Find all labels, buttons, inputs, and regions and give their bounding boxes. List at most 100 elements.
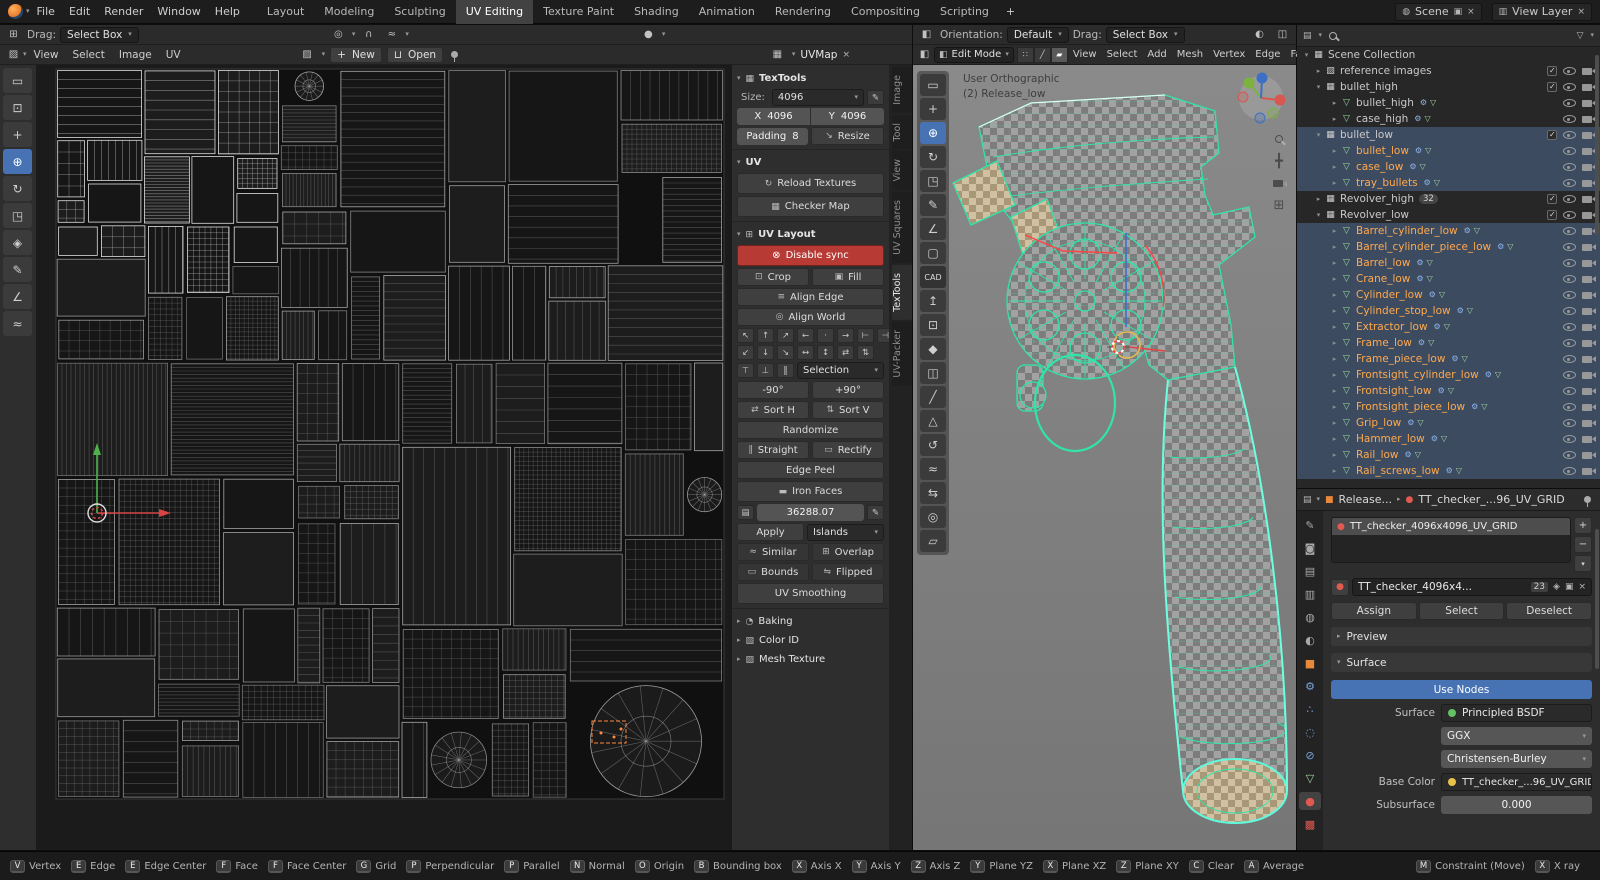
- exclude-checkbox[interactable]: [1547, 82, 1557, 92]
- randomize-button[interactable]: Randomize: [737, 421, 884, 439]
- reload-textures-button[interactable]: ↻Reload Textures: [737, 173, 884, 194]
- outliner-row[interactable]: ▸ ▽ Rail_low ⚙ ▽: [1297, 447, 1600, 463]
- workspace-tab[interactable]: Sculpting: [384, 0, 455, 24]
- disable-render-icon[interactable]: [1582, 84, 1592, 91]
- expand-arrow-icon[interactable]: ▸: [1329, 451, 1340, 459]
- tool-poly-build[interactable]: △: [920, 410, 946, 432]
- outliner-display-mode-icon[interactable]: ▤: [1303, 31, 1312, 41]
- hide-eye-icon[interactable]: [1563, 163, 1576, 171]
- disable-render-icon[interactable]: [1582, 132, 1592, 139]
- disable-render-icon[interactable]: [1582, 228, 1592, 235]
- properties-tab-constraints[interactable]: ⊘: [1299, 746, 1321, 764]
- hide-eye-icon[interactable]: [1563, 147, 1576, 155]
- expand-arrow-icon[interactable]: ▸: [1329, 419, 1340, 427]
- align-center-button[interactable]: ‖: [777, 363, 794, 378]
- new-material-icon[interactable]: ▣: [1565, 582, 1574, 592]
- properties-tab-material[interactable]: ●: [1299, 792, 1321, 810]
- workspace-tab[interactable]: Texture Paint: [533, 0, 624, 24]
- sidebar-tab[interactable]: Image: [892, 67, 912, 113]
- expand-arrow-icon[interactable]: ▸: [1313, 195, 1324, 203]
- disable-render-icon[interactable]: [1582, 116, 1592, 123]
- viewport-menu-item[interactable]: Add: [1142, 43, 1171, 67]
- ortho-toggle-icon[interactable]: ⊞: [1274, 199, 1285, 212]
- uv-menu-item[interactable]: Select: [65, 43, 111, 67]
- disable-render-icon[interactable]: [1582, 420, 1592, 427]
- texel-eyedropper-icon[interactable]: ✎: [867, 505, 884, 520]
- topbar-menu-item[interactable]: Edit: [62, 0, 97, 24]
- hide-eye-icon[interactable]: [1563, 403, 1576, 411]
- hide-eye-icon[interactable]: [1563, 419, 1576, 427]
- outliner-row[interactable]: ▸ ▽ tray_bullets ⚙ ▽: [1297, 175, 1600, 191]
- outliner-row[interactable]: ▸ ▽ Hammer_low ⚙ ▽: [1297, 431, 1600, 447]
- hide-eye-icon[interactable]: [1563, 387, 1576, 395]
- tool-measure[interactable]: ∠: [920, 218, 946, 240]
- sort-v-button[interactable]: ⇅Sort V: [812, 401, 884, 419]
- disable-render-icon[interactable]: [1582, 148, 1592, 155]
- disable-render-icon[interactable]: [1582, 244, 1592, 251]
- exclude-checkbox[interactable]: [1547, 66, 1557, 76]
- expand-arrow-icon[interactable]: ▸: [1329, 243, 1340, 251]
- disable-render-icon[interactable]: [1582, 68, 1592, 75]
- mode-dropdown[interactable]: ◧ Edit Mode ▾: [934, 47, 1014, 63]
- viewport-canvas[interactable]: User Orthographic (2) Release_low ▭+⊕↻◳✎…: [913, 65, 1296, 850]
- edge-select-mode-button[interactable]: ╱: [1034, 47, 1051, 63]
- outliner-row[interactable]: ▸ ▽ Frame_piece_low ⚙ ▽: [1297, 351, 1600, 367]
- zoom-icon[interactable]: [1275, 135, 1283, 143]
- rotate-plus90-button[interactable]: +90°: [812, 381, 884, 399]
- pivot-caret-icon[interactable]: ▾: [662, 31, 666, 38]
- align-button[interactable]: ↘: [777, 345, 794, 360]
- outliner-row[interactable]: ▸ ▽ case_high ⚙ ▽: [1297, 111, 1600, 127]
- properties-pin-icon[interactable]: [1584, 496, 1591, 503]
- select-overlap-button[interactable]: ⊞Overlap: [812, 543, 884, 561]
- add-slot-button[interactable]: +: [1574, 517, 1592, 534]
- falloff-icon[interactable]: ≈: [382, 27, 401, 43]
- expand-arrow-icon[interactable]: ▾: [1313, 83, 1324, 91]
- material-slot-selected[interactable]: ● TT_checker_4096x4096_UV_GRID: [1332, 518, 1570, 535]
- hide-eye-icon[interactable]: [1563, 451, 1576, 459]
- align-edge-button[interactable]: ≡Align Edge: [737, 288, 884, 306]
- size-y-field[interactable]: Y4096: [811, 108, 884, 125]
- outliner-row[interactable]: ▸ ▽ Grip_low ⚙ ▽: [1297, 415, 1600, 431]
- tool-knife[interactable]: ╱: [920, 386, 946, 408]
- subsurface-slider[interactable]: 0.000: [1441, 796, 1592, 814]
- hide-eye-icon[interactable]: [1563, 323, 1576, 331]
- uvmap-unlink-icon[interactable]: ×: [842, 50, 850, 60]
- surface-shader-field[interactable]: Principled BSDF: [1441, 704, 1592, 722]
- workspace-tab[interactable]: Modeling: [314, 0, 384, 24]
- outliner-row[interactable]: ▸ ▽ Barrel_cylinder_low ⚙ ▽: [1297, 223, 1600, 239]
- add-workspace-button[interactable]: +: [999, 0, 1022, 24]
- rectify-button[interactable]: ▭Rectify: [812, 441, 884, 459]
- breadcrumb-material[interactable]: TT_checker_...96_UV_GRID: [1418, 493, 1564, 506]
- outliner-row[interactable]: ▸ ▽ bullet_high ⚙ ▽: [1297, 95, 1600, 111]
- texel-density-icon[interactable]: ▤: [737, 505, 754, 520]
- size-x-field[interactable]: X4096: [737, 108, 810, 125]
- disable-render-icon[interactable]: [1582, 260, 1592, 267]
- islands-dropdown[interactable]: Islands▾: [807, 524, 884, 541]
- workspace-tab[interactable]: Shading: [624, 0, 689, 24]
- tool-move[interactable]: ⊕: [920, 122, 946, 144]
- uv-menu-item[interactable]: Image: [112, 43, 159, 67]
- remove-slot-button[interactable]: −: [1574, 536, 1592, 553]
- navigation-gizmo[interactable]: [1234, 71, 1288, 125]
- properties-editor-icon[interactable]: ▤: [1303, 495, 1312, 505]
- tool-annotate[interactable]: ✎: [920, 194, 946, 216]
- select-similar-button[interactable]: ≈Similar: [737, 543, 809, 561]
- disable-render-icon[interactable]: [1582, 292, 1592, 299]
- hide-eye-icon[interactable]: [1563, 211, 1576, 219]
- outliner-row[interactable]: ▸ ▽ case_low ⚙ ▽: [1297, 159, 1600, 175]
- tool-rotate[interactable]: ↻: [920, 146, 946, 168]
- disable-render-icon[interactable]: [1582, 212, 1592, 219]
- sidebar-tab[interactable]: Tool: [892, 115, 912, 149]
- align-button[interactable]: ⊢: [857, 328, 874, 343]
- uv-editor-corner-icon[interactable]: ⊞: [4, 27, 23, 43]
- outliner-row[interactable]: ▸ ▽ Extractor_low ⚙ ▽: [1297, 319, 1600, 335]
- proportional-edit-icon[interactable]: ◎: [329, 27, 348, 43]
- properties-tab-scene[interactable]: ◍: [1299, 608, 1321, 626]
- filter-icon[interactable]: ▽: [1577, 31, 1584, 41]
- pivot-point-icon[interactable]: ●: [639, 27, 658, 43]
- hide-eye-icon[interactable]: [1563, 67, 1576, 75]
- hide-eye-icon[interactable]: [1563, 467, 1576, 475]
- uv-section-header[interactable]: ▾ UV: [737, 154, 884, 171]
- use-nodes-button[interactable]: Use Nodes: [1331, 680, 1592, 699]
- align-button[interactable]: ·: [817, 328, 834, 343]
